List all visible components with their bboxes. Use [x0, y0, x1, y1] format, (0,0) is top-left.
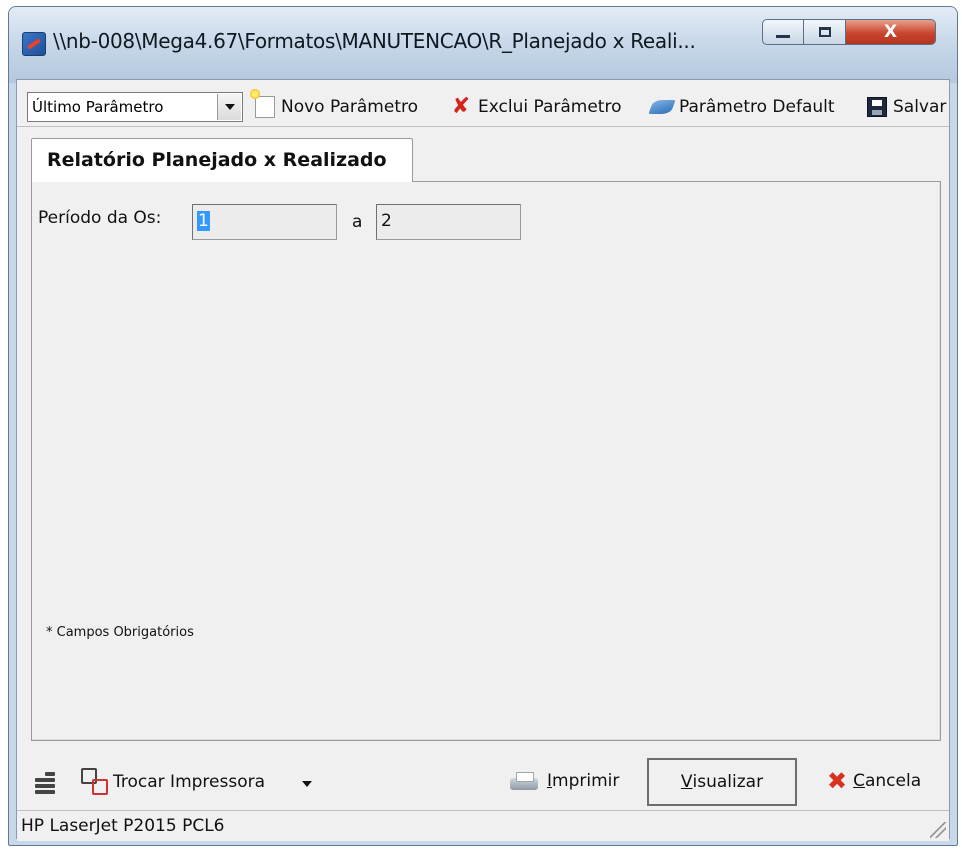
swap-printer-icon[interactable] [81, 768, 108, 795]
periodo-from-input[interactable]: 1 [192, 204, 337, 240]
default-parameter-icon [648, 100, 676, 114]
novo-parametro-button[interactable]: Novo Parâmetro [250, 89, 418, 122]
resize-grip-icon[interactable] [930, 822, 946, 838]
maximize-icon [818, 27, 831, 37]
minimize-button[interactable] [762, 19, 804, 45]
parameter-combo-value: Último Parâmetro [32, 98, 164, 116]
minimize-icon [776, 35, 790, 38]
imprimir-label: mprimir [552, 771, 620, 791]
window-controls: X [762, 19, 952, 53]
required-fields-note: * Campos Obrigatórios [46, 625, 194, 640]
floppy-disk-icon [867, 97, 887, 117]
title-bar[interactable]: \\nb-008\Mega4.67\Formatos\MANUTENCAO\R_… [9, 7, 957, 83]
periodo-to-value: 2 [381, 211, 392, 231]
printer-settings-icon[interactable] [33, 770, 57, 794]
periodo-separator: a [352, 212, 363, 232]
status-bar: HP LaserJet P2015 PCL6 [17, 810, 949, 841]
client-area: Último Parâmetro Novo Parâmetro ✘ Exclui… [16, 79, 950, 841]
printer-status: HP LaserJet P2015 PCL6 [21, 816, 225, 836]
imprimir-button[interactable]: Imprimir [547, 771, 619, 791]
maximize-button[interactable] [804, 19, 846, 45]
delete-icon: ✘ [451, 94, 471, 119]
visualizar-mnemonic: V [680, 772, 693, 792]
periodo-from-value: 1 [197, 211, 210, 231]
parametro-default-button[interactable]: Parâmetro Default [648, 92, 835, 122]
app-icon[interactable] [22, 32, 46, 56]
toolbar: Último Parâmetro Novo Parâmetro ✘ Exclui… [17, 80, 949, 127]
salvar-button[interactable]: Salvar [867, 92, 946, 122]
tab-relatorio[interactable]: Relatório Planejado x Realizado [31, 138, 413, 182]
cancela-button[interactable]: ✖ Cancela [827, 767, 922, 795]
trocar-impressora-button[interactable]: Trocar Impressora [113, 772, 265, 792]
visualizar-button[interactable]: Visualizar [647, 758, 797, 806]
chevron-down-icon [224, 104, 235, 110]
close-button[interactable]: X [846, 19, 936, 45]
tab-panel: Período da Os: 1 a 2 * Campos Obrigatóri… [31, 181, 941, 741]
close-icon: X [883, 22, 898, 42]
novo-parametro-label: Novo Parâmetro [281, 97, 418, 117]
trocar-chevron-down-icon[interactable] [302, 781, 312, 787]
tab-relatorio-label: Relatório Planejado x Realizado [47, 149, 387, 171]
cancela-mnemonic: C [853, 771, 865, 791]
exclui-parametro-label: Exclui Parâmetro [478, 97, 622, 117]
cancela-label: ancela [864, 771, 922, 791]
cancel-x-icon: ✖ [827, 767, 848, 795]
periodo-to-input[interactable]: 2 [376, 204, 521, 240]
salvar-label: Salvar [893, 97, 947, 117]
bottom-bar: Trocar Impressora Imprimir Visualizar ✖ … [17, 752, 949, 806]
printer-icon[interactable] [510, 772, 538, 792]
parametro-default-label: Parâmetro Default [679, 97, 835, 117]
periodo-label: Período da Os: [38, 208, 162, 228]
parameter-combo[interactable]: Último Parâmetro [27, 92, 243, 122]
visualizar-label: isualizar [692, 772, 764, 792]
report-window: \\nb-008\Mega4.67\Formatos\MANUTENCAO\R_… [8, 6, 958, 846]
new-document-icon [250, 89, 275, 118]
combo-dropdown-button[interactable] [217, 94, 241, 120]
window-title: \\nb-008\Mega4.67\Formatos\MANUTENCAO\R_… [53, 29, 696, 53]
exclui-parametro-button[interactable]: ✘ Exclui Parâmetro [450, 92, 622, 122]
